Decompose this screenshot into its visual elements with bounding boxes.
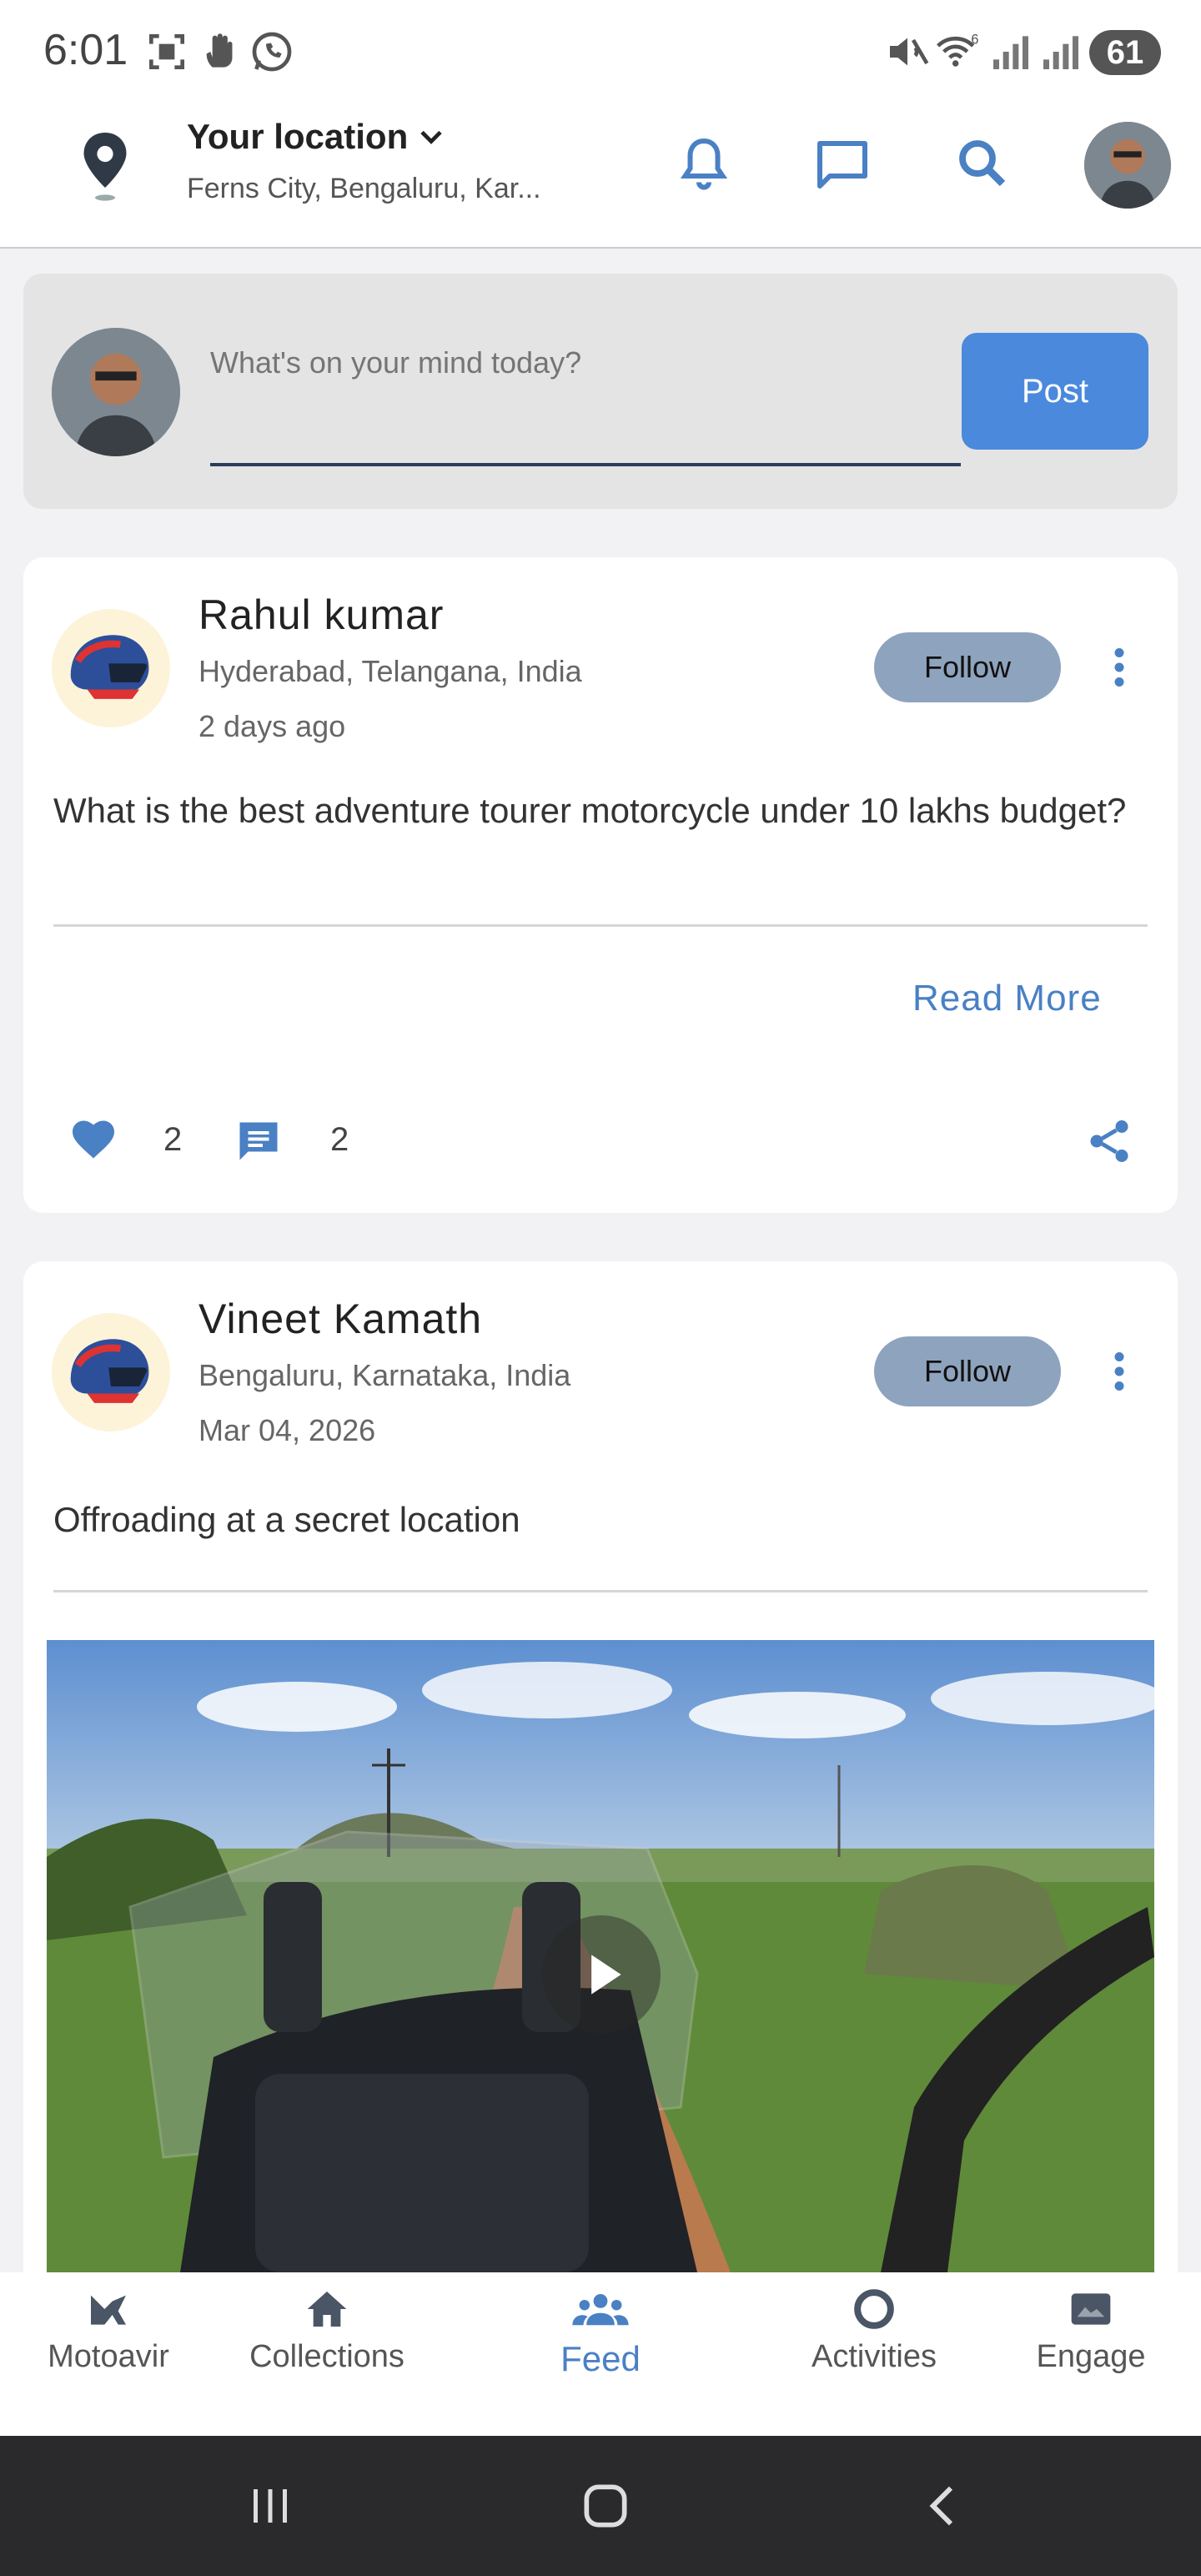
nav-label: Feed: [560, 2339, 641, 2378]
wifi-icon: 6: [937, 33, 978, 67]
post-location: Bengaluru, Karnataka, India: [198, 1358, 571, 1392]
chevron-down-icon: [420, 130, 442, 144]
post-text: Offroading at a secret location: [53, 1500, 520, 1539]
recent-apps-icon[interactable]: [244, 2481, 297, 2531]
mute-icon: [890, 38, 929, 66]
people-icon: [572, 2294, 629, 2326]
post-location: Hyderabad, Telangana, India: [198, 654, 582, 688]
post-author-name[interactable]: Rahul kumar: [198, 591, 444, 639]
nav-item-collections[interactable]: Collections: [235, 2286, 419, 2375]
status-time: 6:01: [43, 26, 128, 74]
map-pin-icon[interactable]: [75, 129, 135, 206]
home-icon: [307, 2292, 347, 2327]
play-button[interactable]: [542, 1915, 661, 2034]
helmet-avatar[interactable]: [52, 609, 170, 727]
circle-icon: [854, 2289, 894, 2329]
nav-label: Collections: [249, 2339, 405, 2374]
nav-label: Activities: [812, 2339, 937, 2374]
composer-underline: [210, 463, 961, 466]
more-vert-icon[interactable]: [1099, 1346, 1139, 1396]
play-icon: [591, 1955, 621, 1995]
post-time: Mar 04, 2026: [198, 1413, 376, 1447]
nav-item-activities[interactable]: Activities: [782, 2286, 966, 2375]
location-title: Your location: [187, 117, 409, 156]
follow-button[interactable]: Follow: [874, 1336, 1061, 1406]
battery-indicator: 61: [1089, 30, 1161, 75]
chat-icon[interactable]: [812, 133, 872, 194]
signal-icon: [1043, 36, 1078, 69]
nav-item-motoavir[interactable]: Motoavir: [17, 2286, 200, 2375]
screenshot-icon: [149, 34, 184, 69]
comment-icon[interactable]: [234, 1116, 284, 1166]
post-author-name[interactable]: Vineet Kamath: [198, 1295, 482, 1343]
location-selector[interactable]: Your location: [187, 117, 450, 157]
signal-icon: [993, 36, 1028, 69]
composer-input[interactable]: [210, 344, 961, 382]
back-icon[interactable]: [917, 2479, 971, 2533]
like-count: 2: [163, 1121, 183, 1158]
follow-button[interactable]: Follow: [874, 632, 1061, 702]
post-time: 2 days ago: [198, 709, 346, 743]
like-heart-icon[interactable]: [68, 1114, 118, 1165]
whatsapp-icon: [252, 32, 292, 72]
hand-icon: [206, 33, 233, 68]
nav-label: Motoavir: [48, 2339, 169, 2374]
composer-avatar: [52, 328, 180, 456]
nav-item-feed[interactable]: Feed: [509, 2286, 692, 2379]
app-header: [0, 107, 1201, 249]
search-icon[interactable]: [952, 133, 1013, 194]
helmet-avatar[interactable]: [52, 1313, 170, 1431]
svg-text:6: 6: [971, 33, 978, 48]
nav-item-engage[interactable]: Engage: [999, 2286, 1183, 2375]
motoavir-logo-icon: [91, 2295, 126, 2325]
bell-icon[interactable]: [674, 133, 734, 194]
home-button-icon[interactable]: [577, 2478, 634, 2534]
image-icon: [1071, 2293, 1111, 2325]
status-bar: 6:01 6 61: [0, 0, 1201, 107]
post-divider: [53, 924, 1148, 927]
system-navigation-bar: [0, 2436, 1201, 2576]
post-divider: [53, 1590, 1148, 1592]
post-button[interactable]: Post: [962, 333, 1148, 450]
location-subtitle[interactable]: Ferns City, Bengaluru, Kar...: [187, 173, 541, 205]
nav-label: Engage: [1036, 2339, 1146, 2374]
post-text: What is the best adventure tourer motorc…: [53, 791, 1127, 830]
post-video[interactable]: [47, 1640, 1154, 2272]
share-icon[interactable]: [1084, 1116, 1134, 1166]
more-vert-icon[interactable]: [1099, 642, 1139, 692]
read-more-link[interactable]: Read More: [912, 978, 1102, 1019]
comment-count: 2: [330, 1121, 349, 1158]
profile-avatar[interactable]: [1084, 122, 1171, 209]
